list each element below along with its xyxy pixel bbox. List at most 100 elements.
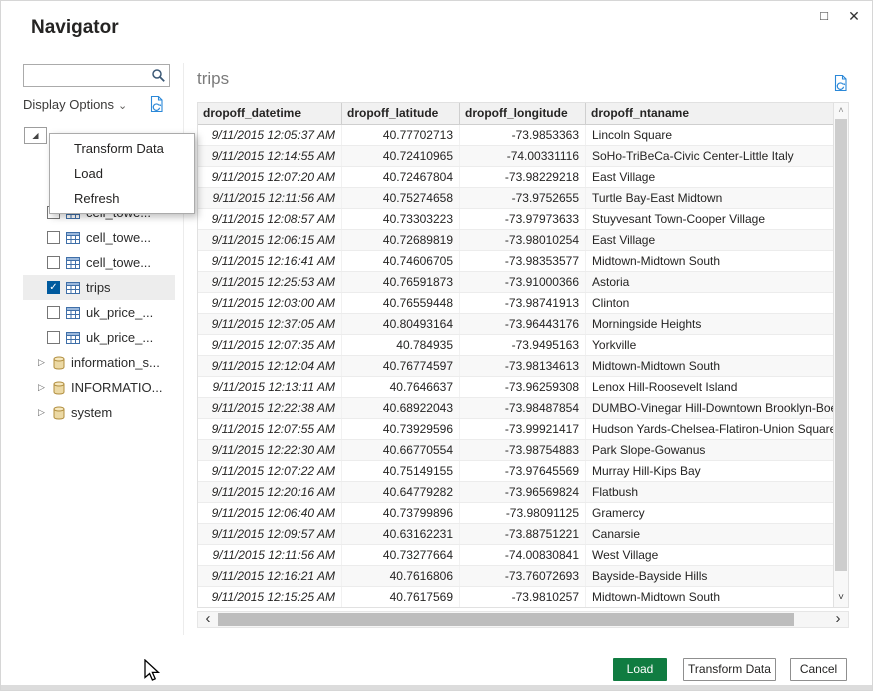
cell-dropoff-latitude: 40.63162231 bbox=[342, 524, 460, 544]
context-menu-item[interactable]: Transform Data bbox=[50, 136, 194, 161]
cell-dropoff-latitude: 40.73277664 bbox=[342, 545, 460, 565]
cell-dropoff-datetime: 9/11/2015 12:22:38 AM bbox=[198, 398, 342, 418]
cell-dropoff-datetime: 9/11/2015 12:06:15 AM bbox=[198, 230, 342, 250]
table-icon bbox=[66, 332, 80, 344]
check-icon: ✓ bbox=[49, 283, 57, 293]
table-body: 9/11/2015 12:05:37 AM 40.77702713 -73.98… bbox=[198, 125, 835, 608]
checkbox[interactable]: ✓ bbox=[47, 306, 60, 319]
cell-dropoff-datetime: 9/11/2015 12:11:56 AM bbox=[198, 188, 342, 208]
refresh-preview-icon[interactable] bbox=[832, 74, 849, 97]
cell-dropoff-ntaname: Canarsie bbox=[586, 524, 835, 544]
page-title: Navigator bbox=[31, 17, 119, 39]
tree-item-label: cell_towe... bbox=[86, 230, 151, 245]
cell-dropoff-latitude: 40.72689819 bbox=[342, 230, 460, 250]
cell-dropoff-latitude: 40.72410965 bbox=[342, 146, 460, 166]
expander-icon[interactable]: ▷ bbox=[38, 357, 50, 368]
cell-dropoff-ntaname: Yorkville bbox=[586, 335, 835, 355]
cell-dropoff-latitude: 40.76774597 bbox=[342, 356, 460, 376]
transform-data-button[interactable]: Transform Data bbox=[683, 658, 776, 681]
table-row: 9/11/2015 12:16:41 AM 40.74606705 -73.98… bbox=[198, 251, 835, 272]
close-button[interactable]: ✕ bbox=[842, 5, 866, 27]
cell-dropoff-longitude: -73.76072693 bbox=[460, 566, 586, 586]
chevron-down-icon: ⌄ bbox=[118, 100, 127, 112]
vertical-scrollbar-thumb[interactable] bbox=[835, 119, 847, 571]
cell-dropoff-latitude: 40.64779282 bbox=[342, 482, 460, 502]
table-row: 9/11/2015 12:07:35 AM 40.784935 -73.9495… bbox=[198, 335, 835, 356]
table-row: 9/11/2015 12:06:15 AM 40.72689819 -73.98… bbox=[198, 230, 835, 251]
cell-dropoff-longitude: -73.91000366 bbox=[460, 272, 586, 292]
cell-dropoff-ntaname: Hudson Yards-Chelsea-Flatiron-Union Squa… bbox=[586, 419, 835, 439]
cell-dropoff-ntaname: Lincoln Square bbox=[586, 125, 835, 145]
cell-dropoff-latitude: 40.68922043 bbox=[342, 398, 460, 418]
context-menu-item[interactable]: Refresh bbox=[50, 186, 194, 211]
tree-item-label: INFORMATIO... bbox=[71, 380, 162, 395]
vertical-scrollbar[interactable]: ˄ ˅ bbox=[833, 103, 848, 607]
cell-dropoff-longitude: -73.98353577 bbox=[460, 251, 586, 271]
cell-dropoff-datetime: 9/11/2015 12:13:11 AM bbox=[198, 377, 342, 397]
cancel-button[interactable]: Cancel bbox=[790, 658, 847, 681]
table-icon bbox=[66, 257, 80, 269]
context-menu-item[interactable]: Load bbox=[50, 161, 194, 186]
table-row: 9/11/2015 12:03:00 AM 40.76559448 -73.98… bbox=[198, 293, 835, 314]
tree-item[interactable]: ▷ ✓ system bbox=[23, 400, 175, 425]
tree-item[interactable]: ▷ ✓ INFORMATI bbox=[23, 375, 175, 400]
horizontal-scrollbar[interactable]: ‹ › bbox=[197, 611, 849, 628]
scroll-down-icon[interactable]: ˅ bbox=[834, 591, 848, 607]
checkbox[interactable]: ✓ bbox=[47, 231, 60, 244]
scroll-up-icon[interactable]: ˄ bbox=[834, 103, 848, 118]
table-row: 9/11/2015 12:06:40 AM 40.73799896 -73.98… bbox=[198, 503, 835, 524]
checkbox[interactable]: ✓ bbox=[47, 256, 60, 269]
tree-item[interactable]: ▷ ✓ cell_towe bbox=[23, 225, 175, 250]
tree-item[interactable]: ▷ ✓ trips bbox=[23, 275, 175, 300]
table-row: 9/11/2015 12:22:38 AM 40.68922043 -73.98… bbox=[198, 398, 835, 419]
cell-dropoff-latitude: 40.76559448 bbox=[342, 293, 460, 313]
cell-dropoff-longitude: -73.98487854 bbox=[460, 398, 586, 418]
expander-icon[interactable]: ▷ bbox=[38, 382, 50, 393]
cell-dropoff-latitude: 40.7616806 bbox=[342, 566, 460, 586]
load-button[interactable]: Load bbox=[613, 658, 667, 681]
cell-dropoff-longitude: -73.98010254 bbox=[460, 230, 586, 250]
cell-dropoff-ntaname: Clinton bbox=[586, 293, 835, 313]
cell-dropoff-datetime: 9/11/2015 12:12:04 AM bbox=[198, 356, 342, 376]
scroll-left-icon[interactable]: ‹ bbox=[200, 612, 216, 627]
cell-dropoff-latitude: 40.7617569 bbox=[342, 587, 460, 607]
tree-item[interactable]: ▷ ✓ uk_price_ bbox=[23, 325, 175, 350]
refresh-icon[interactable] bbox=[148, 95, 165, 118]
search-input[interactable] bbox=[24, 65, 150, 86]
table-row: 9/11/2015 12:05:37 AM 40.77702713 -73.98… bbox=[198, 125, 835, 146]
scroll-right-icon[interactable]: › bbox=[830, 612, 846, 627]
checkbox[interactable]: ✓ bbox=[47, 281, 60, 294]
table-row: 9/11/2015 12:11:56 AM 40.75274658 -73.97… bbox=[198, 188, 835, 209]
cell-dropoff-ntaname: Lenox Hill-Roosevelt Island bbox=[586, 377, 835, 397]
checkbox[interactable]: ✓ bbox=[47, 331, 60, 344]
cell-dropoff-latitude: 40.73929596 bbox=[342, 419, 460, 439]
preview-table: dropoff_datetime dropoff_latitude dropof… bbox=[197, 102, 849, 608]
cell-dropoff-ntaname: East Village bbox=[586, 167, 835, 187]
cell-dropoff-ntaname: Stuyvesant Town-Cooper Village bbox=[586, 209, 835, 229]
cell-dropoff-longitude: -73.98229218 bbox=[460, 167, 586, 187]
cell-dropoff-latitude: 40.80493164 bbox=[342, 314, 460, 334]
horizontal-scrollbar-thumb[interactable] bbox=[218, 613, 794, 626]
cell-dropoff-datetime: 9/11/2015 12:07:20 AM bbox=[198, 167, 342, 187]
table-row: 9/11/2015 12:07:20 AM 40.72467804 -73.98… bbox=[198, 167, 835, 188]
tree-item-label: trips bbox=[86, 280, 111, 295]
search-icon[interactable] bbox=[151, 68, 166, 88]
expander-icon[interactable]: ▷ bbox=[38, 407, 50, 418]
column-header-dropoff-ntaname: dropoff_ntaname bbox=[586, 103, 835, 124]
tree-item[interactable]: ▷ ✓ cell_towe bbox=[23, 250, 175, 275]
cell-dropoff-datetime: 9/11/2015 12:09:57 AM bbox=[198, 524, 342, 544]
cell-dropoff-longitude: -73.96443176 bbox=[460, 314, 586, 334]
cell-dropoff-datetime: 9/11/2015 12:05:37 AM bbox=[198, 125, 342, 145]
display-options-dropdown[interactable]: Display Options⌄ bbox=[23, 97, 127, 112]
table-row: 9/11/2015 12:13:11 AM 40.7646637 -73.962… bbox=[198, 377, 835, 398]
column-header-dropoff-datetime: dropoff_datetime bbox=[198, 103, 342, 124]
tree-item[interactable]: ▷ ✓ uk_price_ bbox=[23, 300, 175, 325]
table-icon bbox=[66, 232, 80, 244]
maximize-button[interactable]: □ bbox=[812, 5, 836, 27]
cell-dropoff-longitude: -73.9853363 bbox=[460, 125, 586, 145]
cell-dropoff-longitude: -73.9752655 bbox=[460, 188, 586, 208]
table-row: 9/11/2015 12:09:57 AM 40.63162231 -73.88… bbox=[198, 524, 835, 545]
tree-item[interactable]: ▷ ✓ informati bbox=[23, 350, 175, 375]
tree-root-expander-icon[interactable]: ◢ bbox=[24, 127, 47, 144]
cell-dropoff-datetime: 9/11/2015 12:14:55 AM bbox=[198, 146, 342, 166]
